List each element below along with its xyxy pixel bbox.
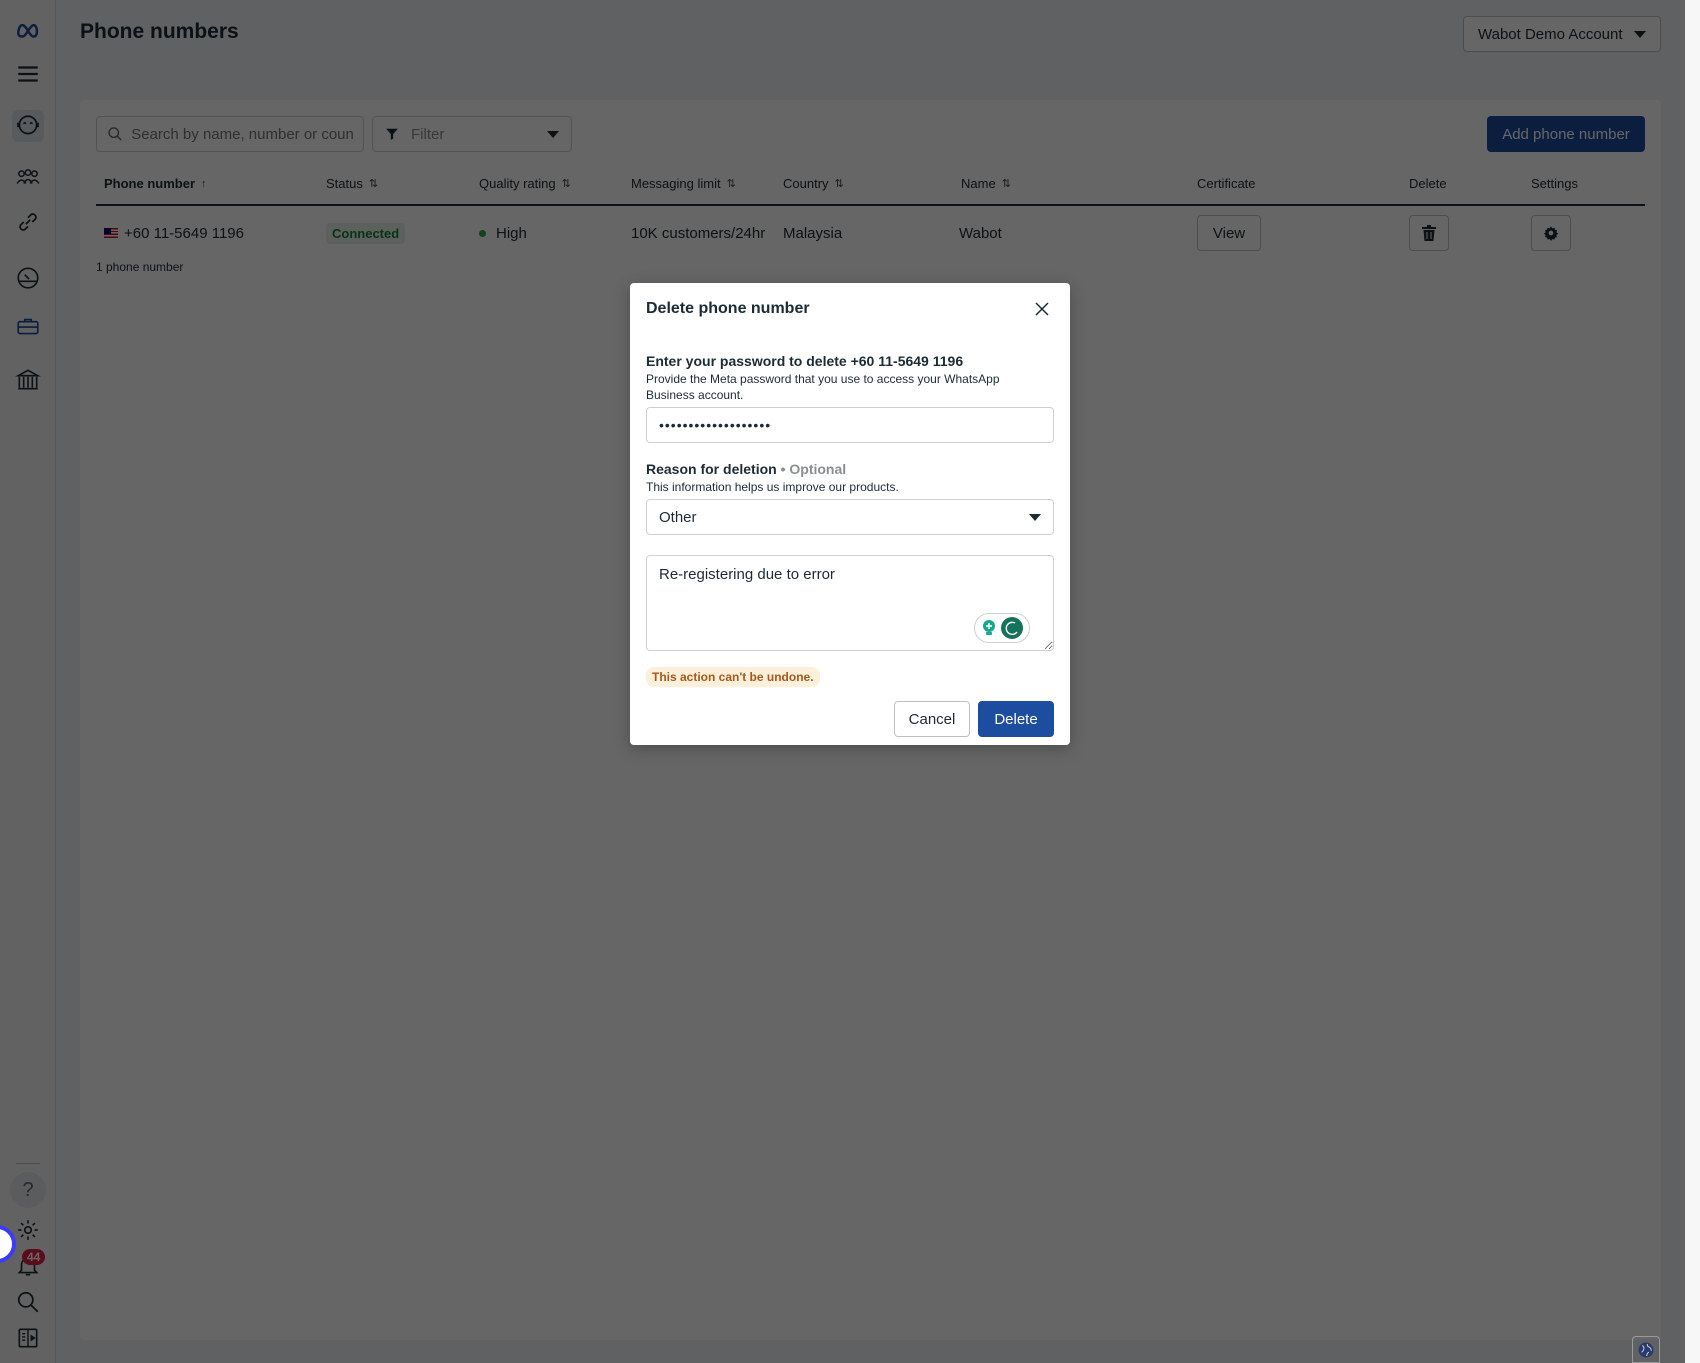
reason-dropdown[interactable]: Other [646,499,1054,535]
password-help-text: Provide the Meta password that you use t… [646,372,1000,402]
grammarly-logo-icon [1001,617,1023,639]
reason-selected-value: Other [659,508,697,526]
reason-help-text: This information helps us improve our pr… [646,480,899,494]
caret-down-icon [1029,513,1041,521]
language-globe-button[interactable] [1632,1336,1660,1363]
password-label: Enter your password to delete +60 11-564… [646,353,964,369]
confirm-delete-button[interactable]: Delete [978,701,1054,737]
reason-label: Reason for deletion • Optional [646,461,846,477]
lightbulb-icon [983,620,995,635]
close-icon [1035,302,1049,316]
irreversible-warning: This action can't be undone. [646,667,820,687]
close-button[interactable] [1032,299,1052,319]
reason-label-text: Reason for deletion [646,461,777,477]
dialog-title: Delete phone number [646,300,810,317]
separator-dot: • [780,461,786,477]
cancel-button[interactable]: Cancel [894,701,970,737]
delete-phone-number-dialog: Delete phone number Enter your password … [630,283,1070,745]
globe-icon [1638,1342,1654,1357]
optional-tag: Optional [789,461,847,477]
password-input[interactable] [646,407,1054,443]
window-edge [1685,0,1700,1363]
grammarly-widget[interactable] [974,613,1030,643]
